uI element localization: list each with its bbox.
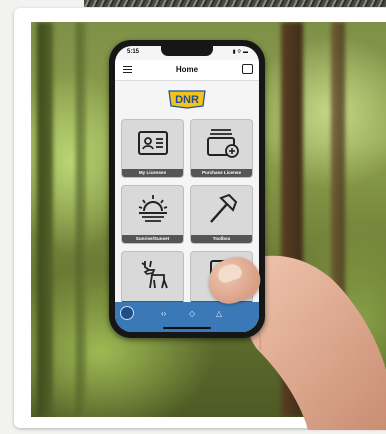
deer-icon [141, 260, 168, 289]
logo-text: DNR [175, 94, 199, 106]
warning-icon[interactable]: △ [216, 310, 222, 318]
tile-label: Toolbox [191, 235, 252, 243]
home-indicator [163, 327, 211, 329]
status-icons: ▮ ⌔ ▬ [232, 49, 248, 55]
back-arrows-icon[interactable]: ‹› [161, 310, 166, 318]
thumbnail-nail [215, 261, 244, 285]
tile-purchase-license[interactable]: Purchase License [191, 120, 252, 177]
phone-notch [161, 46, 213, 56]
top-photo-strip [84, 0, 386, 7]
tile-toolbox[interactable]: Toolbox [191, 186, 252, 243]
tile-label: My Licenses [122, 169, 183, 177]
tile-harvest-registration[interactable]: Harvest Registration [122, 252, 183, 309]
home-icon[interactable] [120, 306, 134, 320]
dnr-logo: DNR [168, 90, 206, 109]
sunrise-icon [138, 195, 168, 222]
tile-label: Sunrise/Sunset [122, 235, 183, 243]
tile-sunrise-sunset[interactable]: Sunrise/Sunset [122, 186, 183, 243]
tree-trunk [37, 22, 53, 417]
tile-my-licenses[interactable]: My Licenses [122, 120, 183, 177]
id-card-icon[interactable] [242, 64, 253, 74]
compass-icon[interactable]: ◇ [189, 310, 195, 318]
id-card-icon [138, 131, 168, 155]
add-card-icon [207, 129, 239, 158]
app-header: Home [115, 60, 259, 81]
tree-trunk [76, 22, 86, 417]
bottom-nav: ‹› ◇ △ [115, 302, 259, 332]
status-time: 5:15 [127, 49, 140, 55]
axe-icon [210, 193, 238, 223]
tile-label: Purchase License [191, 169, 252, 177]
page-title: Home [175, 65, 199, 74]
